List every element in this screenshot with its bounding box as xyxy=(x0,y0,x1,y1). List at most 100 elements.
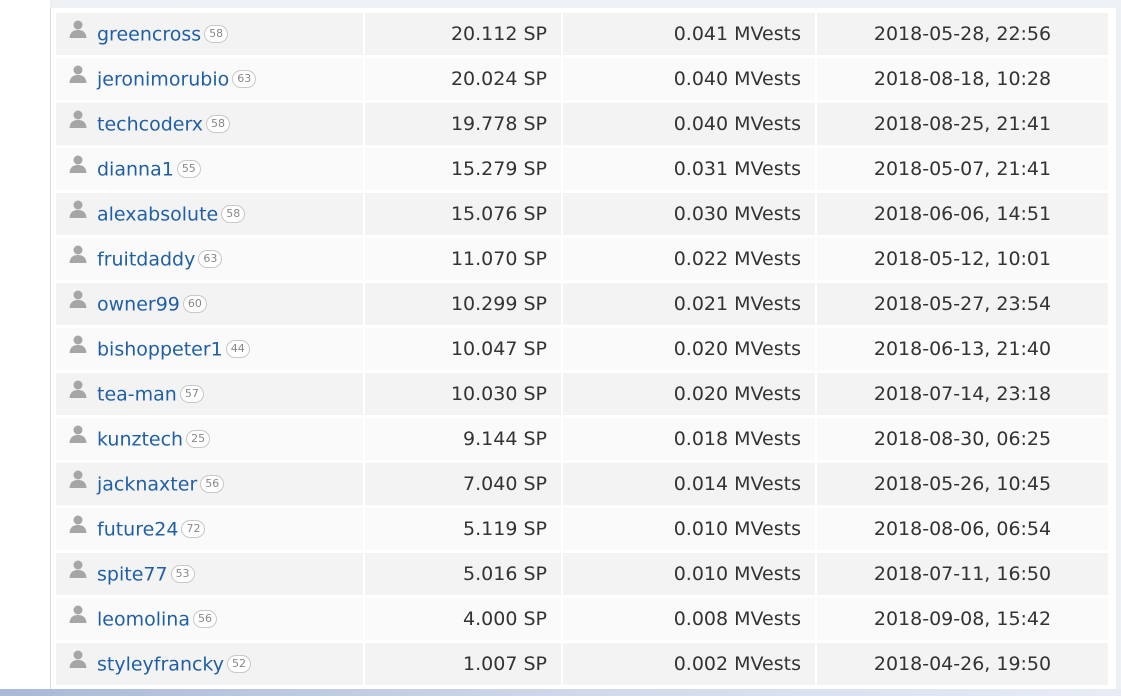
steem-power-cell: 10.299 SP xyxy=(363,283,561,328)
user-icon xyxy=(68,19,88,44)
user-icon xyxy=(68,514,88,539)
account-link[interactable]: techcoderx xyxy=(97,113,203,135)
user-icon xyxy=(68,379,88,404)
date-cell: 2018-05-28, 22:56 xyxy=(815,13,1108,58)
reputation-badge: 25 xyxy=(186,430,211,448)
table-row: techcoderx 58 19.778 SP 0.040 MVests 2018… xyxy=(56,103,1108,148)
user-icon xyxy=(68,109,88,134)
right-edge xyxy=(1116,8,1121,696)
date-cell: 2018-05-07, 21:41 xyxy=(815,148,1108,193)
date-cell: 2018-07-14, 23:18 xyxy=(815,373,1108,418)
date-cell: 2018-07-11, 16:50 xyxy=(815,553,1108,598)
vests-cell: 0.022 MVests xyxy=(561,238,815,283)
account-link[interactable]: spite77 xyxy=(97,563,168,585)
date-cell: 2018-08-06, 06:54 xyxy=(815,508,1108,553)
date-cell: 2018-08-25, 21:41 xyxy=(815,103,1108,148)
top-edge xyxy=(50,0,1121,8)
account-cell: jeronimorubio 63 xyxy=(56,58,363,103)
steem-power-cell: 7.040 SP xyxy=(363,463,561,508)
account-link[interactable]: kunztech xyxy=(97,428,183,450)
vests-cell: 0.020 MVests xyxy=(561,373,815,418)
table-row: greencross 58 20.112 SP 0.041 MVests 2018… xyxy=(56,13,1108,58)
reputation-badge: 56 xyxy=(192,610,217,628)
account-link[interactable]: bishoppeter1 xyxy=(97,338,223,360)
account-cell: future24 72 xyxy=(56,508,363,553)
account-link[interactable]: owner99 xyxy=(97,293,180,315)
account-cell: bishoppeter1 44 xyxy=(56,328,363,373)
date-cell: 2018-05-26, 10:45 xyxy=(815,463,1108,508)
table-row: styleyfrancky 52 1.007 SP 0.002 MVests 20… xyxy=(56,643,1108,688)
steem-power-cell: 1.007 SP xyxy=(363,643,561,688)
account-link[interactable]: leomolina xyxy=(97,608,190,630)
table-row: alexabsolute 58 15.076 SP 0.030 MVests 20… xyxy=(56,193,1108,238)
vests-cell: 0.030 MVests xyxy=(561,193,815,238)
reputation-badge: 63 xyxy=(198,250,223,268)
reputation-badge: 56 xyxy=(200,475,225,493)
account-link[interactable]: jeronimorubio xyxy=(97,68,229,90)
account-link[interactable]: jacknaxter xyxy=(97,473,197,495)
account-link[interactable]: dianna1 xyxy=(97,158,174,180)
table-row: kunztech 25 9.144 SP 0.018 MVests 2018-08… xyxy=(56,418,1108,463)
table-body: greencross 58 20.112 SP 0.041 MVests 2018… xyxy=(56,13,1108,688)
date-cell: 2018-09-08, 15:42 xyxy=(815,598,1108,643)
table-row: owner99 60 10.299 SP 0.021 MVests 2018-05… xyxy=(56,283,1108,328)
account-cell: leomolina 56 xyxy=(56,598,363,643)
reputation-badge: 63 xyxy=(232,70,257,88)
account-cell: fruitdaddy 63 xyxy=(56,238,363,283)
user-icon xyxy=(68,334,88,359)
steem-power-cell: 10.030 SP xyxy=(363,373,561,418)
table-row: bishoppeter1 44 10.047 SP 0.020 MVests 20… xyxy=(56,328,1108,373)
user-icon xyxy=(68,604,88,629)
account-cell: jacknaxter 56 xyxy=(56,463,363,508)
account-cell: spite77 53 xyxy=(56,553,363,598)
user-icon xyxy=(68,424,88,449)
vests-cell: 0.002 MVests xyxy=(561,643,815,688)
table-row: future24 72 5.119 SP 0.010 MVests 2018-08… xyxy=(56,508,1108,553)
account-link[interactable]: greencross xyxy=(97,23,201,45)
reputation-badge: 58 xyxy=(206,115,230,133)
date-cell: 2018-04-26, 19:50 xyxy=(815,643,1108,688)
user-icon xyxy=(68,559,88,584)
steem-power-cell: 10.047 SP xyxy=(363,328,561,373)
account-link[interactable]: styleyfrancky xyxy=(97,653,224,675)
user-icon xyxy=(68,154,88,179)
table-row: jeronimorubio 63 20.024 SP 0.040 MVests 2… xyxy=(56,58,1108,103)
vests-cell: 0.008 MVests xyxy=(561,598,815,643)
reputation-badge: 55 xyxy=(176,160,201,178)
account-cell: greencross 58 xyxy=(56,13,363,58)
steem-power-cell: 4.000 SP xyxy=(363,598,561,643)
table-row: leomolina 56 4.000 SP 0.008 MVests 2018-0… xyxy=(56,598,1108,643)
vests-cell: 0.041 MVests xyxy=(561,13,815,58)
reputation-badge: 58 xyxy=(204,25,229,43)
steem-power-cell: 20.024 SP xyxy=(363,58,561,103)
date-cell: 2018-08-18, 10:28 xyxy=(815,58,1108,103)
user-icon xyxy=(68,64,88,89)
vests-cell: 0.020 MVests xyxy=(561,328,815,373)
steem-power-cell: 5.119 SP xyxy=(363,508,561,553)
date-cell: 2018-05-27, 23:54 xyxy=(815,283,1108,328)
table-row: spite77 53 5.016 SP 0.010 MVests 2018-07-… xyxy=(56,553,1108,598)
user-icon xyxy=(68,289,88,314)
vests-cell: 0.014 MVests xyxy=(561,463,815,508)
reputation-badge: 53 xyxy=(170,565,195,583)
account-link[interactable]: future24 xyxy=(97,518,178,540)
vests-cell: 0.031 MVests xyxy=(561,148,815,193)
date-cell: 2018-06-13, 21:40 xyxy=(815,328,1108,373)
account-link[interactable]: alexabsolute xyxy=(97,203,218,225)
user-icon xyxy=(68,244,88,269)
vests-cell: 0.021 MVests xyxy=(561,283,815,328)
vests-cell: 0.040 MVests xyxy=(561,103,815,148)
account-cell: kunztech 25 xyxy=(56,418,363,463)
account-link[interactable]: fruitdaddy xyxy=(97,248,195,270)
vests-cell: 0.040 MVests xyxy=(561,58,815,103)
vests-cell: 0.010 MVests xyxy=(561,553,815,598)
steem-power-cell: 11.070 SP xyxy=(363,238,561,283)
page: greencross 58 20.112 SP 0.041 MVests 2018… xyxy=(0,0,1121,696)
table-row: tea-man 57 10.030 SP 0.020 MVests 2018-07… xyxy=(56,373,1108,418)
account-cell: owner99 60 xyxy=(56,283,363,328)
date-cell: 2018-06-06, 14:51 xyxy=(815,193,1108,238)
account-cell: dianna1 55 xyxy=(56,148,363,193)
account-link[interactable]: tea-man xyxy=(97,383,177,405)
table-row: fruitdaddy 63 11.070 SP 0.022 MVests 2018… xyxy=(56,238,1108,283)
vests-cell: 0.018 MVests xyxy=(561,418,815,463)
